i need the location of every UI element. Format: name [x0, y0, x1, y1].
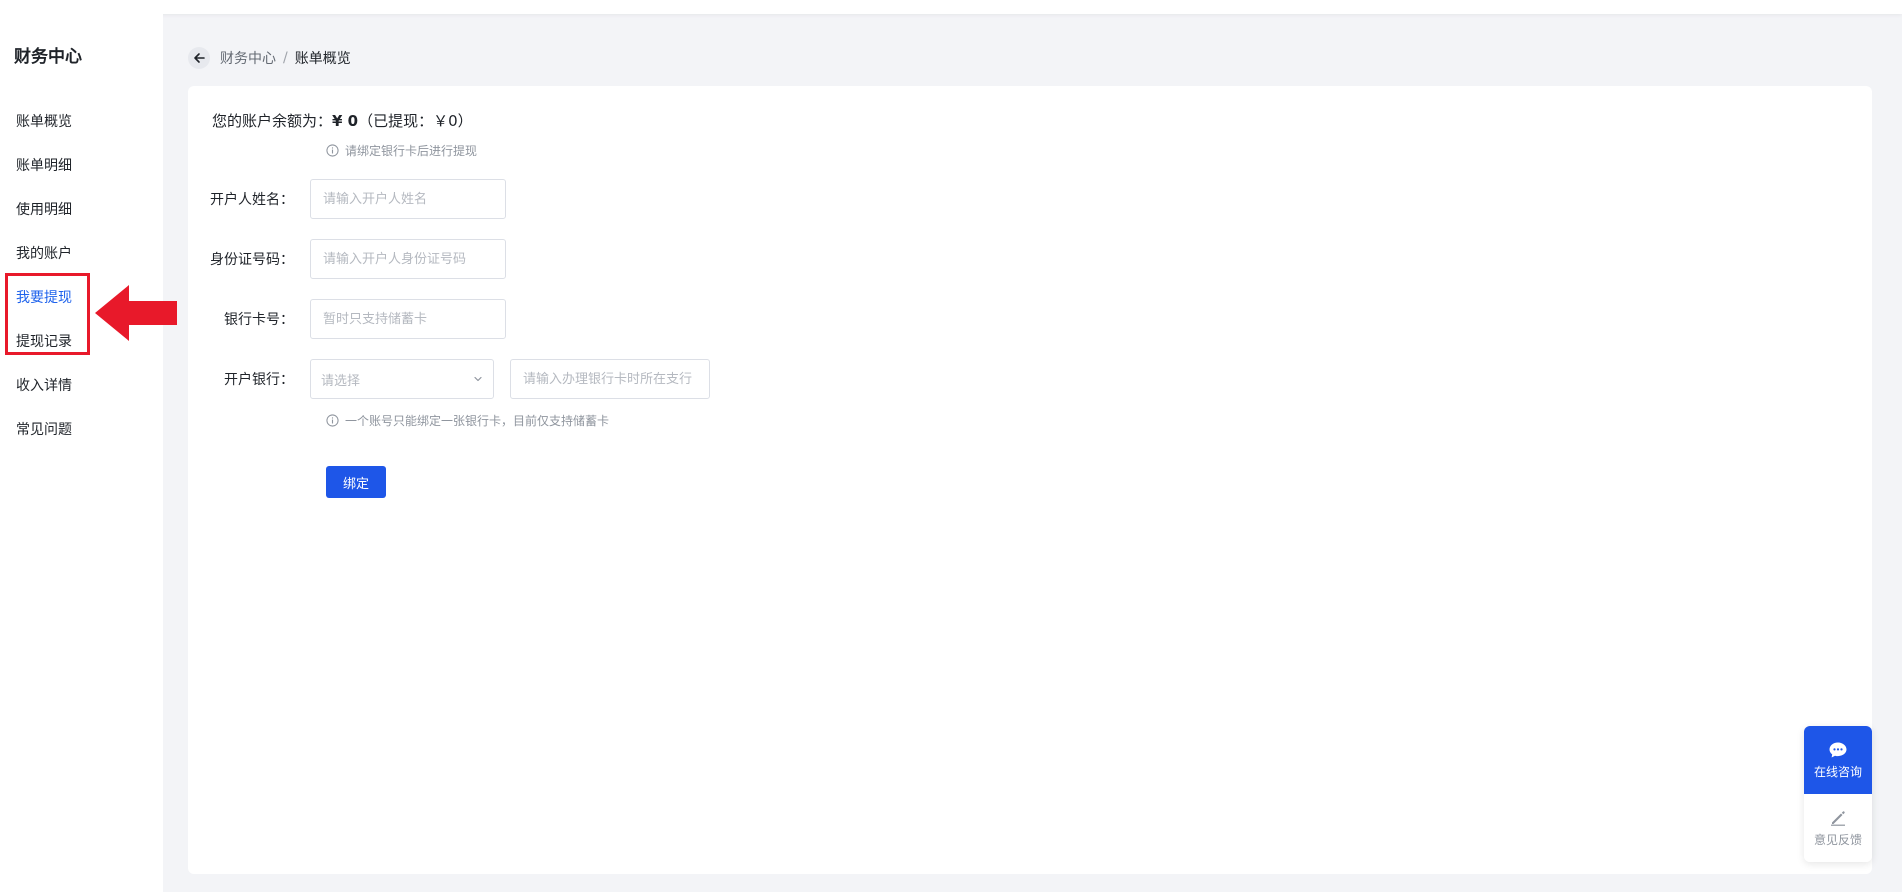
- bank-row: 开户银行： 请选择: [188, 359, 710, 399]
- sidebar-item-bill-details[interactable]: 账单明细: [0, 144, 163, 188]
- bind-card-hint-text: 请绑定银行卡后进行提现: [345, 144, 478, 158]
- balance-amount: ¥ 0: [332, 112, 359, 130]
- bank-select[interactable]: 请选择: [310, 359, 494, 399]
- annotation-highlight-box: [5, 273, 90, 355]
- breadcrumb-current: 账单概览: [294, 51, 351, 67]
- annotation-arrow-icon: [95, 285, 177, 341]
- holder-name-row: 开户人姓名：: [188, 179, 506, 219]
- info-icon: [326, 144, 339, 157]
- breadcrumb-separator: /: [283, 50, 288, 66]
- withdraw-card: 您的账户余额为：¥ 0（已提现：￥0） 请绑定银行卡后进行提现 开户人姓名： 身…: [188, 86, 1872, 874]
- chevron-down-icon: [474, 376, 482, 382]
- card-number-label: 银行卡号：: [224, 312, 294, 328]
- id-number-input[interactable]: [310, 239, 506, 279]
- floating-help-panel: 在线咨询 意见反馈: [1804, 726, 1872, 862]
- holder-name-input[interactable]: [310, 179, 506, 219]
- breadcrumb: 财务中心 / 账单概览: [188, 47, 351, 69]
- feedback-label: 意见反馈: [1813, 832, 1862, 847]
- balance-prefix: 您的账户余额为：: [212, 112, 333, 130]
- id-number-row: 身份证号码：: [188, 239, 506, 279]
- pencil-icon: [1831, 810, 1845, 826]
- top-bar: [0, 0, 1902, 14]
- balance-withdrawn: （已提现：￥0）: [358, 112, 473, 130]
- chat-bubble-icon: [1829, 742, 1847, 757]
- card-number-row: 银行卡号：: [188, 299, 506, 339]
- sidebar-title: 财务中心: [14, 47, 82, 67]
- card-number-input[interactable]: [310, 299, 506, 339]
- online-consult-label: 在线咨询: [1813, 764, 1862, 779]
- holder-name-label: 开户人姓名：: [210, 192, 294, 208]
- sidebar-item-income-details[interactable]: 收入详情: [0, 364, 163, 408]
- breadcrumb-parent[interactable]: 财务中心: [220, 48, 276, 68]
- id-number-label: 身份证号码：: [210, 252, 294, 268]
- bank-select-placeholder: 请选择: [321, 373, 361, 389]
- arrow-left-icon: [194, 53, 205, 63]
- one-card-hint: 一个账号只能绑定一张银行卡，目前仅支持储蓄卡: [326, 412, 609, 429]
- sidebar: 财务中心 账单概览 账单明细 使用明细 我的账户 我要提现 提现记录 收入详情 …: [0, 14, 163, 892]
- online-consult-button[interactable]: 在线咨询: [1804, 726, 1872, 794]
- bank-label: 开户银行：: [224, 372, 294, 388]
- one-card-hint-text: 一个账号只能绑定一张银行卡，目前仅支持储蓄卡: [345, 414, 610, 428]
- bind-card-hint: 请绑定银行卡后进行提现: [326, 142, 477, 159]
- account-balance: 您的账户余额为：¥ 0（已提现：￥0）: [212, 110, 473, 131]
- bind-button[interactable]: 绑定: [326, 466, 386, 498]
- back-button[interactable]: [188, 47, 210, 69]
- sidebar-item-faq[interactable]: 常见问题: [0, 408, 163, 452]
- info-icon: [326, 414, 339, 427]
- bank-branch-input[interactable]: [510, 359, 710, 399]
- sidebar-item-bill-overview[interactable]: 账单概览: [0, 100, 163, 144]
- feedback-button[interactable]: 意见反馈: [1804, 794, 1872, 862]
- sidebar-item-usage-details[interactable]: 使用明细: [0, 188, 163, 232]
- sidebar-item-my-account[interactable]: 我的账户: [0, 232, 163, 276]
